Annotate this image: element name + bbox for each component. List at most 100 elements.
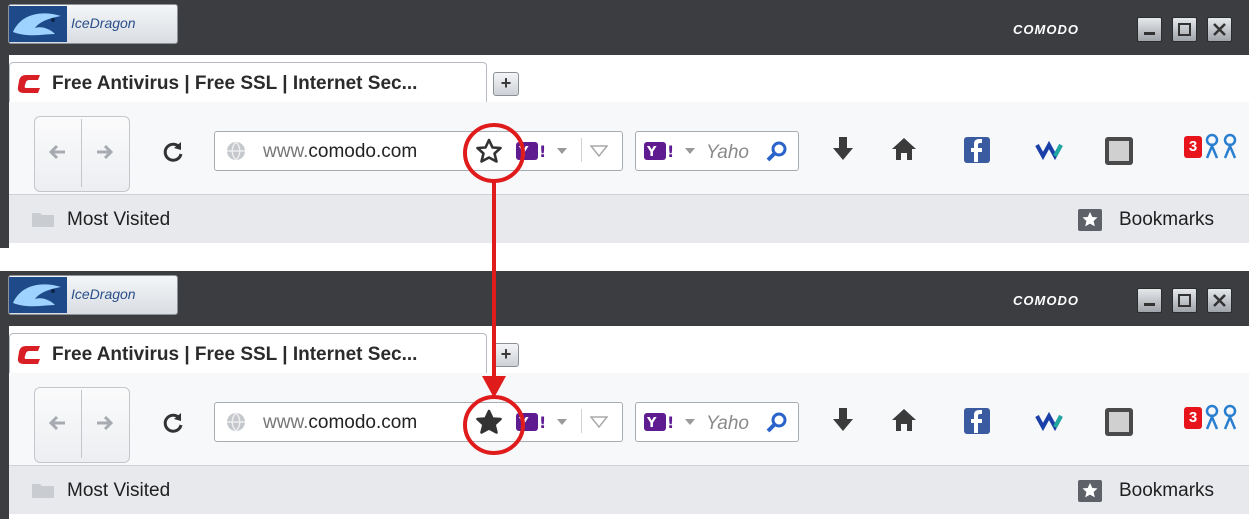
yahoo-icon: Y! [644, 413, 674, 432]
url-history-dropdown-icon[interactable] [590, 145, 608, 157]
svg-text:Y: Y [518, 145, 529, 160]
url-domain: comodo.com [308, 141, 418, 162]
facebook-share-icon[interactable] [963, 407, 991, 435]
divider [81, 119, 82, 187]
yahoo-icon: Y! [516, 142, 546, 161]
back-button[interactable] [47, 141, 69, 163]
icedragon-logo-icon [9, 277, 67, 313]
reload-button[interactable] [161, 140, 185, 164]
back-forward-group [34, 387, 130, 463]
most-visited-link[interactable]: Most Visited [67, 480, 170, 502]
new-tab-button[interactable]: + [493, 72, 519, 96]
facebook-share-icon[interactable] [963, 136, 991, 164]
url-prefix: www. [263, 412, 309, 433]
icedragon-logo-icon [9, 6, 67, 42]
icedragon-menu-button[interactable]: IceDragon [8, 4, 178, 44]
notification-badge[interactable]: 3 [1184, 136, 1202, 158]
svg-text:Y: Y [646, 416, 657, 431]
window-left-edge [0, 326, 9, 519]
social-network-icon[interactable] [1204, 403, 1240, 431]
icedragon-menu-button[interactable]: IceDragon [8, 275, 178, 315]
home-icon[interactable] [891, 407, 917, 433]
back-button[interactable] [47, 412, 69, 434]
addon-tile-icon[interactable] [1104, 407, 1134, 437]
comodo-label: COMODO [1013, 22, 1079, 37]
search-engine-dropdown-icon[interactable] [557, 418, 567, 426]
comodo-label: COMODO [1013, 293, 1079, 308]
close-icon [1213, 294, 1226, 307]
bookmark-star-filled-icon[interactable] [474, 408, 504, 436]
maximize-icon [1178, 294, 1191, 307]
svg-text:!: ! [667, 142, 674, 161]
bookmarks-menu-button[interactable]: Bookmarks [1119, 209, 1214, 231]
maximize-button[interactable] [1172, 288, 1197, 313]
search-engine-dropdown-icon[interactable] [685, 147, 695, 155]
notification-badge[interactable]: 3 [1184, 407, 1202, 429]
close-window-button[interactable] [1207, 17, 1232, 42]
bookmarks-star-icon [1078, 480, 1102, 502]
url-history-dropdown-icon[interactable] [590, 416, 608, 428]
url-text: www.comodo.com [263, 141, 417, 163]
minimize-icon [1144, 303, 1155, 306]
download-icon[interactable] [832, 407, 854, 433]
minimize-button[interactable] [1137, 288, 1162, 313]
plus-icon: + [500, 73, 512, 93]
address-bar[interactable]: www.comodo.com Y! [214, 402, 623, 442]
globe-icon [227, 141, 245, 161]
maximize-icon [1178, 23, 1191, 36]
url-text: www.comodo.com [263, 412, 417, 434]
new-tab-button[interactable]: + [493, 343, 519, 367]
search-magnifier-icon[interactable] [765, 411, 789, 435]
tab-title: Free Antivirus | Free SSL | Internet Sec… [52, 344, 418, 365]
close-icon [1213, 23, 1226, 36]
webslice-icon[interactable] [1035, 136, 1065, 162]
forward-button[interactable] [93, 141, 115, 163]
search-box[interactable]: Y! Yaho [635, 131, 799, 171]
browser-tab[interactable]: Free Antivirus | Free SSL | Internet Sec… [9, 62, 487, 103]
search-magnifier-icon[interactable] [765, 140, 789, 164]
close-window-button[interactable] [1207, 288, 1232, 313]
addon-tile-icon[interactable] [1104, 136, 1134, 166]
folder-icon [32, 484, 54, 498]
divider [81, 390, 82, 458]
search-placeholder: Yaho [706, 413, 749, 434]
search-box[interactable]: Y! Yaho [635, 402, 799, 442]
forward-button[interactable] [93, 412, 115, 434]
home-icon[interactable] [891, 136, 917, 162]
title-bar: IceDragon COMODO [0, 271, 1249, 326]
webslice-icon[interactable] [1035, 407, 1065, 433]
bookmarks-menu-button[interactable]: Bookmarks [1119, 480, 1214, 502]
tab-title: Free Antivirus | Free SSL | Internet Sec… [52, 73, 418, 94]
brand-label: IceDragon [71, 286, 136, 302]
url-prefix: www. [263, 141, 309, 162]
comodo-favicon-icon [17, 346, 40, 364]
browser-tab[interactable]: Free Antivirus | Free SSL | Internet Sec… [9, 333, 487, 374]
navigation-toolbar: www.comodo.com Y! Y! Yaho 3 [9, 373, 1249, 466]
comodo-favicon-icon [17, 75, 40, 93]
search-engine-dropdown-icon[interactable] [557, 147, 567, 155]
plus-icon: + [500, 344, 512, 364]
browser-screenshot-before: IceDragon COMODO Free Antivirus | Free S… [0, 0, 1249, 248]
svg-text:!: ! [539, 413, 546, 432]
reload-button[interactable] [161, 411, 185, 435]
svg-text:!: ! [667, 413, 674, 432]
search-placeholder: Yaho [706, 142, 749, 163]
window-left-edge [0, 55, 9, 248]
svg-text:Y: Y [646, 145, 657, 160]
globe-icon [227, 412, 245, 432]
divider [581, 409, 582, 433]
social-network-icon[interactable] [1204, 132, 1240, 160]
divider [581, 138, 582, 162]
yahoo-icon: Y! [516, 413, 546, 432]
svg-text:Y: Y [518, 416, 529, 431]
download-icon[interactable] [832, 136, 854, 162]
most-visited-link[interactable]: Most Visited [67, 209, 170, 231]
minimize-icon [1144, 32, 1155, 35]
maximize-button[interactable] [1172, 17, 1197, 42]
search-engine-dropdown-icon[interactable] [685, 418, 695, 426]
bookmark-star-outline-icon[interactable] [474, 137, 504, 165]
svg-text:!: ! [539, 142, 546, 161]
minimize-button[interactable] [1137, 17, 1162, 42]
bookmarks-star-icon [1078, 209, 1102, 231]
address-bar[interactable]: www.comodo.com Y! [214, 131, 623, 171]
